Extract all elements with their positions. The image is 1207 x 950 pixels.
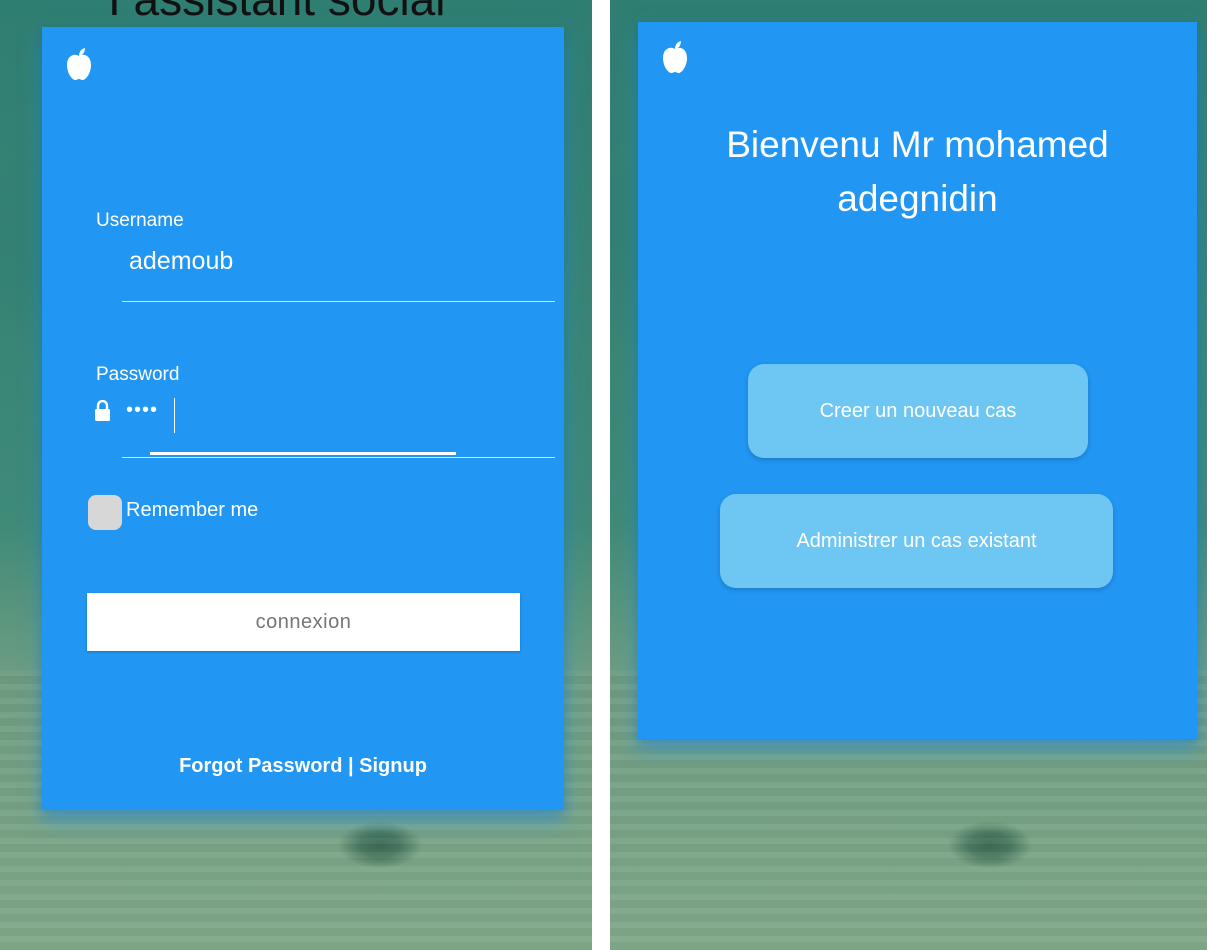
- footer-links: Forgot Password | Signup: [42, 755, 564, 778]
- create-case-button[interactable]: Creer un nouveau cas: [748, 364, 1088, 458]
- manage-case-button[interactable]: Administrer un cas existant: [720, 494, 1113, 588]
- apple-icon: [67, 48, 91, 81]
- welcome-title: Bienvenu Mr mohamed adegnidin: [638, 118, 1197, 226]
- welcome-card: Bienvenu Mr mohamed adegnidin Creer un n…: [638, 22, 1197, 739]
- connexion-button[interactable]: connexion: [87, 593, 520, 651]
- login-screen: I assistant social Username ademoub Pass…: [0, 0, 592, 950]
- overlay-text: I assistant social: [108, 0, 445, 26]
- password-label: Password: [96, 364, 180, 385]
- welcome-title-line1: Bienvenu Mr mohamed: [726, 124, 1109, 165]
- screen-divider: [592, 0, 610, 950]
- login-card: Username ademoub Password •••• Remember …: [42, 27, 564, 810]
- username-label: Username: [96, 210, 184, 231]
- remember-label: Remember me: [126, 499, 259, 521]
- welcome-title-line2: adegnidin: [837, 178, 998, 219]
- text-caret: [174, 398, 175, 433]
- password-focus-line: [150, 452, 456, 455]
- remember-checkbox[interactable]: [88, 495, 122, 530]
- password-underline: [122, 457, 555, 458]
- link-separator: |: [342, 755, 360, 777]
- forgot-password-link[interactable]: Forgot Password: [179, 755, 342, 777]
- signup-link[interactable]: Signup: [359, 755, 427, 777]
- welcome-screen: Bienvenu Mr mohamed adegnidin Creer un n…: [610, 0, 1207, 950]
- password-input[interactable]: ••••: [126, 399, 158, 422]
- lock-icon: [95, 400, 110, 421]
- username-underline: [122, 301, 555, 302]
- apple-icon: [663, 41, 687, 74]
- username-input[interactable]: ademoub: [129, 247, 233, 276]
